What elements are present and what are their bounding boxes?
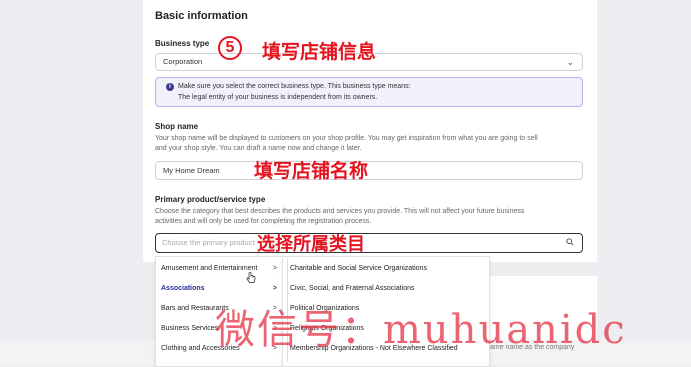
shop-name-help-line1: Your shop name will be displayed to cust…: [155, 135, 538, 142]
notice-text-line2: The legal entity of your business is ind…: [178, 94, 378, 101]
category-item-associations[interactable]: Associations >: [161, 285, 279, 292]
primary-product-help-line1: Choose the category that best describes …: [155, 208, 525, 215]
chevron-right-icon: >: [272, 285, 277, 292]
shop-name-input[interactable]: My Home Dream: [155, 161, 583, 180]
primary-product-label: Primary product/service type: [155, 195, 266, 204]
section-title: Basic information: [155, 10, 248, 22]
primary-product-search-input[interactable]: Choose the primary product: [155, 233, 583, 253]
primary-product-help-line2: activities and will only be used for com…: [155, 218, 372, 225]
business-type-label: Business type: [155, 39, 210, 48]
info-icon: i: [166, 83, 174, 91]
shop-name-value: My Home Dream: [163, 166, 220, 175]
notice-text-line1: Make sure you select the correct busines…: [178, 83, 411, 90]
search-icon: [566, 238, 574, 246]
category-label: Business Services: [161, 325, 219, 332]
step-number-badge: 5: [218, 36, 242, 60]
business-type-notice: i Make sure you select the correct busin…: [155, 77, 583, 107]
watermark: 微信号：muhuanidc: [215, 307, 627, 353]
subcategory-item[interactable]: Charitable and Social Service Organizati…: [290, 265, 427, 272]
left-background: [0, 0, 143, 365]
shop-name-help-line2: and your shop style. You can draft a nam…: [155, 145, 362, 152]
subcategory-item[interactable]: Civic, Social, and Fraternal Association…: [290, 285, 415, 292]
annotation-select-category: 选择所属类目: [257, 234, 365, 254]
chevron-down-icon: ⌄: [566, 57, 574, 67]
category-item-amusement[interactable]: Amusement and Entertainment >: [161, 265, 279, 272]
category-label: Amusement and Entertainment: [161, 265, 258, 272]
annotation-fill-store-info: 填写店铺信息: [262, 42, 377, 63]
shop-name-label: Shop name: [155, 122, 199, 131]
hand-cursor-icon: [246, 272, 256, 283]
category-label: Associations: [161, 285, 205, 292]
business-type-value: Corporation: [163, 57, 203, 66]
primary-product-placeholder: Choose the primary product: [162, 238, 255, 247]
chevron-right-icon: >: [272, 265, 277, 272]
annotation-fill-store-name: 填写店铺名称: [254, 161, 369, 182]
